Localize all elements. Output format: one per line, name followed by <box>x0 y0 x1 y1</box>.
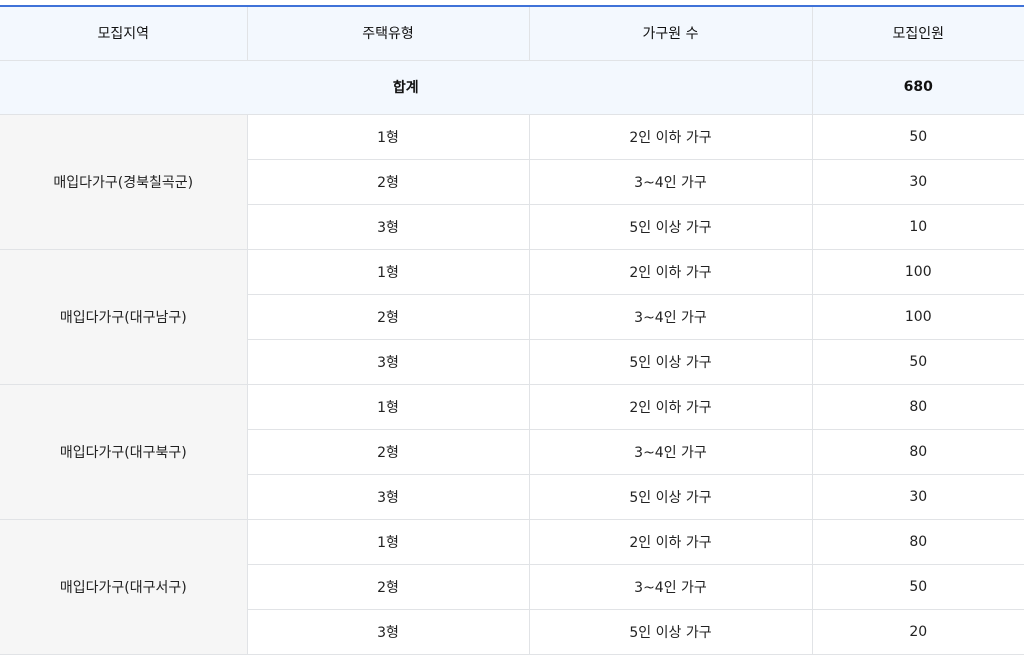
table-row: 매입다가구(경북칠곡군) 1형 2인 이하 가구 50 <box>0 114 1024 250</box>
header-housing-type: 주택유형 <box>246 6 529 61</box>
region-cell: 매입다가구(대구서구) <box>0 519 247 655</box>
recruit-count-cell: 30 <box>811 474 1024 520</box>
housing-type-cell: 1형 <box>246 249 529 295</box>
table-row: 매입다가구(대구서구) 1형 2인 이하 가구 80 <box>0 519 1024 655</box>
region-cell: 매입다가구(경북칠곡군) <box>0 114 247 250</box>
total-row: 합계 680 <box>0 60 1024 115</box>
header-region: 모집지역 <box>0 6 247 61</box>
recruitment-table-container: 모집지역 주택유형 가구원 수 모집인원 합계 680 매입다가구(경북칠곡군)… <box>0 0 1024 665</box>
household-size-cell: 2인 이하 가구 <box>528 249 812 295</box>
recruit-count-cell: 50 <box>811 564 1024 610</box>
total-label: 합계 <box>0 60 812 115</box>
household-size-cell: 2인 이하 가구 <box>528 114 812 160</box>
recruit-count-cell: 10 <box>811 204 1024 250</box>
table-header: 모집지역 주택유형 가구원 수 모집인원 <box>0 6 1024 61</box>
housing-type-cell: 3형 <box>246 339 529 385</box>
household-size-cell: 2인 이하 가구 <box>528 519 812 565</box>
housing-type-cell: 2형 <box>246 159 529 205</box>
household-size-cell: 5인 이상 가구 <box>528 609 812 655</box>
housing-type-cell: 1형 <box>246 114 529 160</box>
household-size-cell: 5인 이상 가구 <box>528 204 812 250</box>
header-recruit-count: 모집인원 <box>811 6 1024 61</box>
housing-type-cell: 3형 <box>246 204 529 250</box>
recruit-count-cell: 50 <box>811 114 1024 160</box>
recruit-count-cell: 20 <box>811 609 1024 655</box>
recruit-count-cell: 100 <box>811 294 1024 340</box>
region-group-seogu: 매입다가구(대구서구) 1형 2인 이하 가구 80 2형 3~4인 가구 50… <box>0 519 1024 655</box>
housing-type-cell: 2형 <box>246 294 529 340</box>
household-size-cell: 3~4인 가구 <box>528 564 812 610</box>
household-size-cell: 5인 이상 가구 <box>528 339 812 385</box>
housing-type-cell: 3형 <box>246 609 529 655</box>
region-cell: 매입다가구(대구북구) <box>0 384 247 520</box>
recruit-count-cell: 80 <box>811 429 1024 475</box>
household-size-cell: 3~4인 가구 <box>528 429 812 475</box>
housing-type-cell: 1형 <box>246 384 529 430</box>
region-group-namgu: 매입다가구(대구남구) 1형 2인 이하 가구 100 2형 3~4인 가구 1… <box>0 249 1024 385</box>
table-total: 합계 680 <box>0 60 1024 115</box>
housing-type-cell: 1형 <box>246 519 529 565</box>
header-row: 모집지역 주택유형 가구원 수 모집인원 <box>0 6 1024 61</box>
recruit-count-cell: 80 <box>811 519 1024 565</box>
region-group-bukgu: 매입다가구(대구북구) 1형 2인 이하 가구 80 2형 3~4인 가구 80… <box>0 384 1024 520</box>
housing-type-cell: 2형 <box>246 564 529 610</box>
household-size-cell: 3~4인 가구 <box>528 159 812 205</box>
recruitment-table: 모집지역 주택유형 가구원 수 모집인원 합계 680 매입다가구(경북칠곡군)… <box>0 5 1024 655</box>
recruit-count-cell: 80 <box>811 384 1024 430</box>
total-value: 680 <box>811 60 1024 115</box>
region-group-chilgok: 매입다가구(경북칠곡군) 1형 2인 이하 가구 50 2형 3~4인 가구 3… <box>0 114 1024 250</box>
table-row: 매입다가구(대구북구) 1형 2인 이하 가구 80 <box>0 384 1024 520</box>
housing-type-cell: 2형 <box>246 429 529 475</box>
household-size-cell: 5인 이상 가구 <box>528 474 812 520</box>
header-household-size: 가구원 수 <box>528 6 812 61</box>
household-size-cell: 2인 이하 가구 <box>528 384 812 430</box>
recruit-count-cell: 30 <box>811 159 1024 205</box>
table-row: 매입다가구(대구남구) 1형 2인 이하 가구 100 <box>0 249 1024 385</box>
household-size-cell: 3~4인 가구 <box>528 294 812 340</box>
recruit-count-cell: 100 <box>811 249 1024 295</box>
housing-type-cell: 3형 <box>246 474 529 520</box>
region-cell: 매입다가구(대구남구) <box>0 249 247 385</box>
recruit-count-cell: 50 <box>811 339 1024 385</box>
